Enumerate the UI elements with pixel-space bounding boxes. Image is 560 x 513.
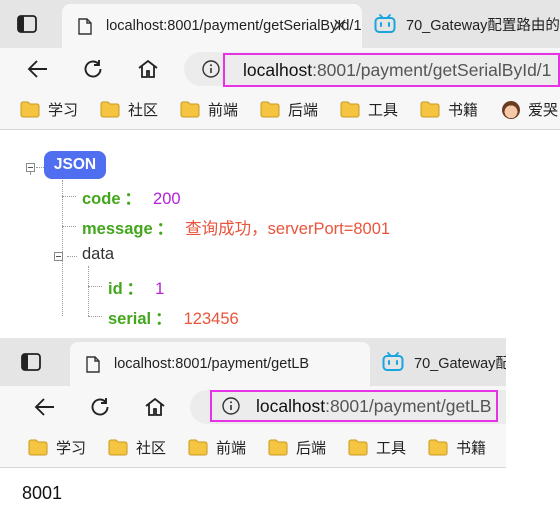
folder-icon (100, 101, 120, 118)
bookmark-folder[interactable]: 工具 (348, 437, 406, 458)
tree-connector (36, 167, 44, 168)
folder-icon (20, 101, 40, 118)
url-path: :8001/payment/getLB (325, 395, 492, 416)
json-row-data: data (82, 245, 115, 263)
url-host: localhost (256, 395, 326, 416)
bookmark-folder[interactable]: 学习 (20, 99, 78, 120)
folder-icon (428, 439, 448, 456)
bilibili-icon (374, 14, 396, 34)
tree-connector (62, 196, 76, 197)
tree-connector (67, 256, 77, 257)
folder-icon (340, 101, 360, 118)
tab-gateway[interactable]: 70_Gateway配置路由的 (374, 4, 560, 44)
bookmarks-bar: 学习 社区 前端 后端 工具 书籍 (0, 426, 506, 468)
url-highlight-box[interactable]: localhost:8001/payment/getSerialById/1 (223, 53, 560, 87)
collapse-toggle[interactable] (26, 163, 35, 172)
reload-button[interactable] (87, 394, 113, 420)
bookmark-folder[interactable]: 社区 (108, 437, 166, 458)
tab-getserialbyid[interactable]: localhost:8001/payment/getSerialById/1 (62, 4, 362, 48)
tab-bar: localhost:8001/payment/getSerialById/1 7… (0, 0, 560, 48)
json-row-message: message：查询成功，serverPort=8001 (82, 220, 391, 238)
avatar-icon (502, 100, 520, 119)
browser-window-1: localhost:8001/payment/getSerialById/1 7… (0, 0, 560, 132)
bookmarks-bar: 学习 社区 前端 后端 工具 书籍 爱哭 (0, 88, 560, 130)
bookmark-folder[interactable]: 前端 (188, 437, 246, 458)
reload-button[interactable] (80, 56, 106, 82)
url-path: :8001/payment/getSerialById/1 (312, 59, 552, 80)
bookmark-folder[interactable]: 前端 (180, 99, 238, 120)
folder-icon (28, 439, 48, 456)
tree-connector (62, 180, 63, 316)
tab-getlb[interactable]: localhost:8001/payment/getLB (70, 342, 370, 386)
bilibili-icon (382, 352, 404, 372)
tab-gateway[interactable]: 70_Gateway配 (382, 342, 506, 382)
bookmark-folder[interactable]: 学习 (28, 437, 86, 458)
tab-actions-icon[interactable] (16, 13, 38, 35)
tab-title: 70_Gateway配置路由的 (406, 17, 560, 34)
info-icon[interactable] (222, 397, 240, 415)
json-root-badge: JSON (44, 151, 106, 179)
info-icon[interactable] (202, 60, 220, 83)
folder-icon (180, 101, 200, 118)
tree-connector (30, 172, 31, 174)
tab-bar: localhost:8001/payment/getLB 70_Gateway配 (0, 338, 506, 386)
back-button[interactable] (25, 56, 51, 82)
tab-actions-icon[interactable] (20, 351, 42, 373)
home-button[interactable] (142, 394, 168, 420)
back-button[interactable] (32, 394, 58, 420)
json-viewer: JSON code： 200 message：查询成功，serverPort=80… (0, 132, 560, 338)
bookmark-folder[interactable]: 工具 (340, 99, 398, 120)
folder-icon (260, 101, 280, 118)
bookmark-folder[interactable]: 书籍 (428, 437, 486, 458)
bookmark-folder[interactable]: 社区 (100, 99, 158, 120)
tree-connector (62, 226, 76, 227)
response-text: 8001 (22, 483, 63, 503)
page-body: 8001 (0, 470, 506, 513)
tree-connector (88, 286, 102, 287)
json-row-serial: serial： 123456 (108, 310, 239, 328)
collapse-toggle[interactable] (54, 252, 63, 261)
tab-title: 70_Gateway配 (414, 355, 506, 372)
home-button[interactable] (135, 56, 161, 82)
page-icon (86, 355, 100, 373)
tab-title: localhost:8001/payment/getLB (114, 356, 310, 372)
bookmark-folder[interactable]: 后端 (260, 99, 318, 120)
folder-icon (420, 101, 440, 118)
page-icon (78, 17, 92, 35)
url-host: localhost (243, 59, 313, 80)
folder-icon (348, 439, 368, 456)
folder-icon (268, 439, 288, 456)
bookmark-folder[interactable]: 后端 (268, 437, 326, 458)
close-icon[interactable] (332, 17, 348, 33)
tab-title: localhost:8001/payment/getSerialById/1 (106, 18, 362, 34)
json-row-code: code： 200 (82, 190, 181, 208)
folder-icon (188, 439, 208, 456)
bookmark-link[interactable]: 爱哭 (502, 99, 558, 120)
url-highlight-box[interactable]: localhost:8001/payment/getLB (210, 390, 498, 422)
browser-window-2: localhost:8001/payment/getLB 70_Gateway配… (0, 338, 506, 470)
tree-connector (88, 316, 102, 317)
bookmark-folder[interactable]: 书籍 (420, 99, 478, 120)
folder-icon (108, 439, 128, 456)
tree-connector (88, 266, 89, 316)
json-row-id: id： 1 (108, 280, 165, 298)
